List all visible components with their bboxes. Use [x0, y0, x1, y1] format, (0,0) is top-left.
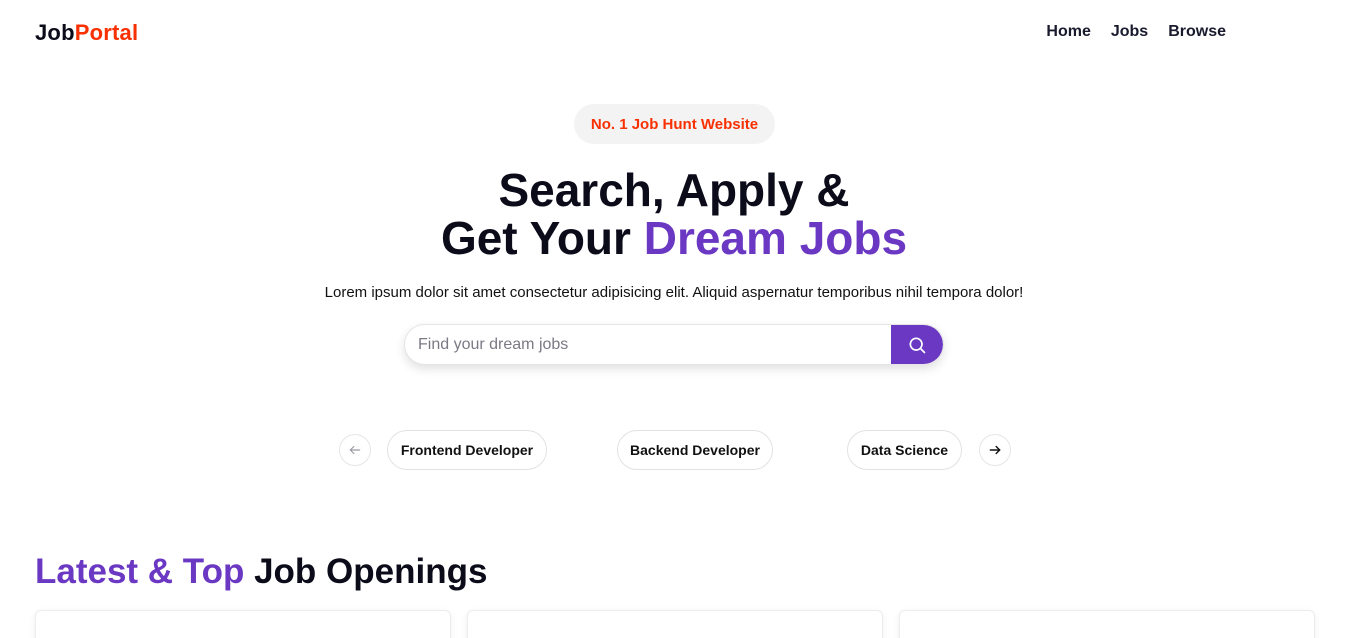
brand-logo-part2: Portal [74, 20, 139, 45]
brand-logo[interactable]: JobPortal [35, 20, 138, 46]
arrow-left-icon [349, 445, 361, 455]
job-card[interactable] [467, 610, 883, 638]
carousel-prev-button[interactable] [339, 434, 371, 466]
category-chip-data-science[interactable]: Data Science [847, 430, 962, 470]
hero-title-line1: Search, Apply & [498, 164, 850, 216]
nav-link-home[interactable]: Home [1046, 23, 1090, 41]
hero-title: Search, Apply & Get Your Dream Jobs [0, 166, 1348, 262]
category-carousel: Frontend Developer Backend Developer Dat… [0, 430, 1348, 470]
job-card[interactable] [899, 610, 1315, 638]
category-chip-backend-developer[interactable]: Backend Developer [617, 430, 773, 470]
latest-jobs-title: Latest & Top Job Openings [35, 552, 487, 592]
main-nav: Home Jobs Browse [1046, 23, 1226, 41]
job-card[interactable] [35, 610, 451, 638]
navbar: JobPortal Home Jobs Browse [0, 0, 1348, 66]
latest-jobs-title-accent: Latest & Top [35, 552, 245, 591]
hero-title-line2-accent: Dream Jobs [643, 212, 908, 264]
hero-subtitle: Lorem ipsum dolor sit amet consectetur a… [324, 284, 1024, 301]
hero-badge: No. 1 Job Hunt Website [574, 104, 775, 144]
page: JobPortal Home Jobs Browse No. 1 Job Hun… [0, 0, 1348, 638]
search-bar [404, 324, 944, 365]
nav-link-jobs[interactable]: Jobs [1111, 23, 1148, 41]
latest-jobs-title-rest: Job Openings [244, 552, 488, 591]
nav-link-browse[interactable]: Browse [1168, 23, 1226, 41]
carousel-next-button[interactable] [979, 434, 1011, 466]
arrow-right-icon [989, 445, 1001, 455]
brand-logo-part1: Job [35, 20, 75, 45]
search-input[interactable] [405, 325, 891, 364]
search-button[interactable] [891, 325, 943, 364]
search-icon [909, 337, 926, 353]
hero-title-line2-prefix: Get Your [440, 212, 644, 264]
category-chip-frontend-developer[interactable]: Frontend Developer [387, 430, 547, 470]
